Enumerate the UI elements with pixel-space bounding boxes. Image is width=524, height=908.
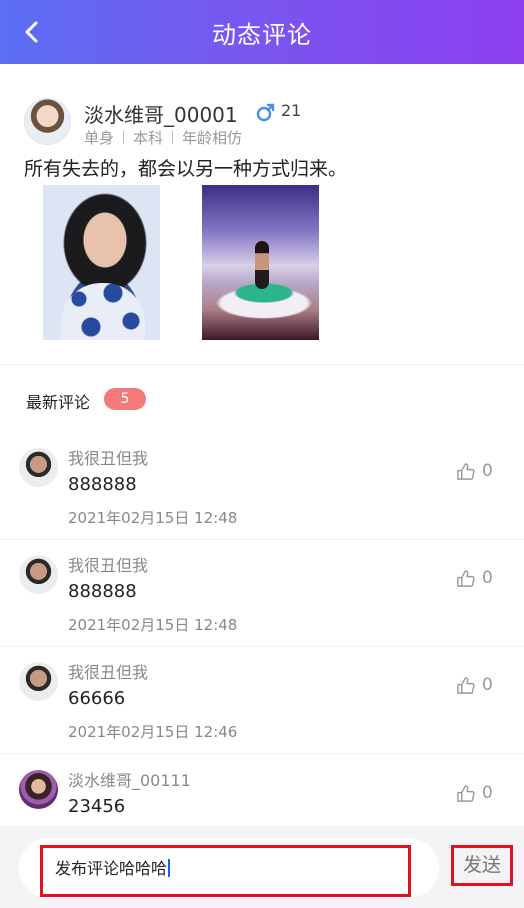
tag-divider — [123, 131, 125, 144]
commenter-avatar[interactable] — [19, 662, 58, 701]
commenter-name[interactable]: 我很丑但我 — [68, 552, 148, 576]
like-button[interactable]: 0 — [456, 675, 493, 695]
comment-text: 23456 — [68, 796, 126, 817]
post-text: 所有失去的，都会以另一种方式归来。 — [24, 158, 348, 180]
chevron-left-icon — [25, 21, 38, 43]
post-card: 淡水维哥_00001 21 单身 本科 年龄相仿 所有失去的，都会以另一种方式归来。 — [0, 64, 524, 364]
male-icon — [256, 103, 275, 122]
comment-time: 2021年02月15日 12:46 — [68, 723, 238, 741]
commenter-name[interactable]: 我很丑但我 — [68, 659, 148, 683]
comment-time: 2021年02月15日 12:48 — [68, 616, 238, 634]
author-age: 21 — [281, 101, 302, 120]
post-photo-1[interactable] — [43, 185, 160, 340]
author-name[interactable]: 淡水维哥_00001 — [84, 99, 238, 128]
comment-item: 我很丑但我 888888 2021年02月15日 12:48 0 — [0, 540, 524, 647]
thumbs-up-icon — [457, 676, 475, 694]
comment-text: 888888 — [68, 474, 137, 495]
comment-item: 我很丑但我 888888 2021年02月15日 12:48 0 — [0, 433, 524, 540]
like-button[interactable]: 0 — [456, 568, 493, 588]
commenter-name[interactable]: 我很丑但我 — [68, 445, 148, 469]
comment-input-text: 发布评论哈哈哈 — [55, 859, 168, 878]
author-tags: 单身 本科 年龄相仿 — [84, 127, 242, 148]
thumbs-up-icon — [457, 462, 475, 480]
comment-time: 2021年02月15日 12:48 — [68, 509, 238, 527]
row-divider — [0, 753, 524, 754]
commenter-avatar[interactable] — [19, 555, 58, 594]
author-avatar[interactable] — [24, 98, 71, 145]
comment-item: 我很丑但我 66666 2021年02月15日 12:46 0 — [0, 647, 524, 754]
comment-count-badge: 5 — [104, 388, 146, 410]
section-divider — [0, 364, 524, 365]
like-count: 0 — [482, 568, 493, 588]
comment-input[interactable]: 发布评论哈哈哈 — [40, 845, 411, 897]
tag-divider — [172, 131, 174, 144]
back-button[interactable] — [14, 14, 50, 50]
thumbs-up-icon — [457, 784, 475, 802]
send-button[interactable]: 发送 — [451, 845, 513, 886]
thumbs-up-icon — [457, 569, 475, 587]
like-count: 0 — [482, 783, 493, 803]
comment-input-bar: 发布评论哈哈哈 发送 — [0, 826, 524, 908]
tag-marital: 单身 — [84, 129, 115, 147]
tag-education: 本科 — [133, 129, 164, 147]
like-count: 0 — [482, 461, 493, 481]
like-button[interactable]: 0 — [456, 783, 493, 803]
comment-text: 66666 — [68, 688, 126, 709]
comments-title: 最新评论 — [26, 393, 91, 412]
comment-text: 888888 — [68, 581, 137, 602]
post-photo-2[interactable] — [202, 185, 319, 340]
page-title: 动态评论 — [212, 20, 312, 49]
commenter-name[interactable]: 淡水维哥_00111 — [68, 767, 191, 791]
like-count: 0 — [482, 675, 493, 695]
commenter-avatar[interactable] — [19, 770, 58, 809]
tag-age-match: 年龄相仿 — [182, 129, 243, 147]
app-header: 动态评论 — [0, 0, 524, 64]
commenter-avatar[interactable] — [19, 448, 58, 487]
text-caret — [168, 859, 171, 877]
like-button[interactable]: 0 — [456, 461, 493, 481]
